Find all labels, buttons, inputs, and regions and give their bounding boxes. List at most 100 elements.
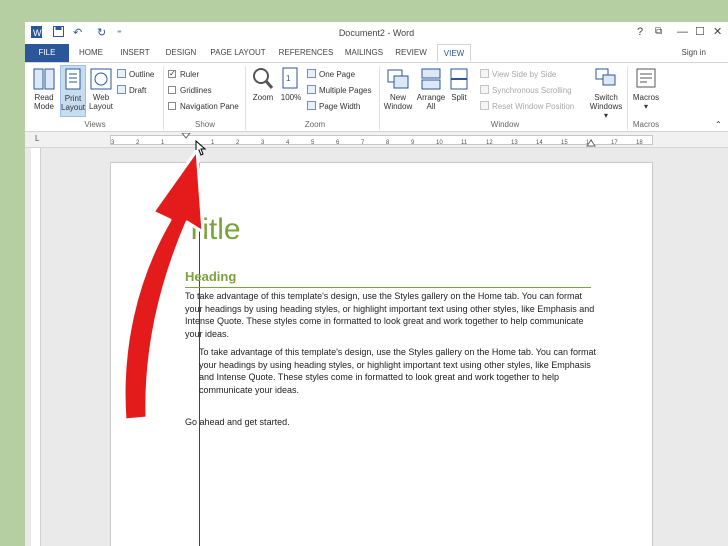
tab-references[interactable]: REFERENCES [277,44,335,62]
indent-marker-icon[interactable] [181,133,191,147]
word-window: W ↶ ↻ ⁼ Document2 - Word ? ⧉ — ☐ ✕ FILE … [25,22,728,546]
ruler-check-icon [168,68,176,80]
switch-windows-icon [595,68,616,86]
ruler-tick: 14 [536,140,543,146]
view-side-by-side-icon [480,69,489,78]
gridlines-check-icon [168,86,176,94]
ruler-tick: 3 [261,140,265,146]
reset-window-position-button[interactable]: Reset Window Position [480,101,574,113]
tab-review[interactable]: REVIEW [393,44,429,62]
ruler-tick: 18 [636,140,643,146]
read-mode-button[interactable]: Read Mode [31,67,57,111]
synchronous-scrolling-icon [480,85,489,94]
closing-paragraph[interactable]: Go ahead and get started. [185,416,485,429]
zoom-100-icon: 1 [282,67,298,89]
gridlines-checkbox[interactable]: Gridlines [168,85,212,97]
draft-button[interactable]: Draft [117,85,146,97]
horizontal-ruler[interactable]: L 3 2 1 1 2 3 4 5 6 7 8 9 10 11 12 13 14… [25,132,728,148]
page-width-button[interactable]: Page Width [307,101,360,113]
arrange-all-label-2: All [426,102,436,111]
tab-insert[interactable]: INSERT [115,44,155,62]
multiple-pages-label: Multiple Pages [319,86,372,95]
synchronous-scrolling-button[interactable]: Synchronous Scrolling [480,85,572,97]
view-side-by-side-button[interactable]: View Side by Side [480,69,556,81]
page-width-icon [307,101,316,110]
ruler-checkbox[interactable]: Ruler [168,68,199,81]
separator [379,66,380,130]
separator [627,66,628,130]
outline-button[interactable]: Outline [117,69,154,81]
zoom-100-label: 100% [280,93,302,102]
ribbon-view: Read Mode Print Layout Web Layout Outlin… [25,62,728,132]
macros-label: Macros [632,93,660,102]
ruler-tick: 4 [286,140,290,146]
ribbon-tabs: FILE HOME INSERT DESIGN PAGE LAYOUT REFE… [25,44,728,62]
help-button[interactable]: ? [637,26,643,38]
ruler-tick: 13 [511,140,518,146]
one-page-button[interactable]: One Page [307,69,355,81]
navigation-pane-label: Navigation Pane [180,102,239,111]
synchronous-scrolling-label: Synchronous Scrolling [492,86,572,95]
tab-page-layout[interactable]: PAGE LAYOUT [207,44,269,62]
macros-dropdown-icon[interactable]: ▾ [644,102,648,111]
split-icon [450,68,468,90]
reset-window-position-icon [480,101,489,110]
title-bar: W ↶ ↻ ⁼ Document2 - Word ? ⧉ — ☐ ✕ [25,22,728,44]
tab-home[interactable]: HOME [73,44,109,62]
print-layout-button[interactable]: Print Layout [60,65,86,117]
ruler-tick: 1 [161,140,165,146]
multiple-pages-icon [307,85,316,94]
tab-design[interactable]: DESIGN [161,44,201,62]
collapse-ribbon-icon[interactable]: ⌃ [715,119,722,131]
one-page-icon [307,69,316,78]
ruler-tick: 7 [361,140,365,146]
new-window-label-1: New [389,93,406,102]
web-layout-button[interactable]: Web Layout [88,67,114,111]
switch-windows-label-1: Switch [594,93,618,102]
split-button[interactable]: Split [447,67,471,102]
print-layout-icon [65,68,81,90]
ribbon-display-options-icon[interactable]: ⧉ [655,26,662,38]
views-group-label: Views [84,120,106,129]
body-paragraph[interactable]: To take advantage of this template's des… [185,290,600,340]
arrange-all-button[interactable]: Arrange All [415,67,447,111]
ruler-track[interactable]: 3 2 1 1 2 3 4 5 6 7 8 9 10 11 12 13 14 1… [110,133,653,147]
macros-button[interactable]: Macros ▾ [629,67,663,111]
web-layout-label-2: Layout [88,102,114,111]
sign-in-link[interactable]: Sign in [682,48,706,57]
minimize-button[interactable]: — [677,26,688,38]
tab-selector[interactable]: L [35,134,39,143]
show-group-label: Show [194,120,215,129]
new-window-button[interactable]: New Window [382,67,414,111]
split-label: Split [451,93,467,102]
ruler-tick: 2 [136,140,140,146]
new-window-label-2: Window [383,102,413,111]
navigation-pane-checkbox[interactable]: Navigation Pane [168,101,239,113]
window-title: Document2 - Word [338,28,415,38]
draft-label: Draft [129,86,147,95]
vertical-ruler[interactable] [31,148,41,546]
new-window-icon [387,69,409,89]
ruler-tick: 6 [336,140,340,146]
ruler-tick: 3 [111,140,115,146]
zoom-button[interactable]: Zoom [249,67,277,102]
zoom-100-button[interactable]: 1 100% [279,67,303,102]
tab-mailings[interactable]: MAILINGS [341,44,387,62]
ruler-tick: 1 [211,140,215,146]
multiple-pages-button[interactable]: Multiple Pages [307,85,371,97]
one-page-label: One Page [319,70,356,79]
close-button[interactable]: ✕ [713,26,722,38]
right-indent-marker-icon[interactable] [586,139,596,147]
page-width-label: Page Width [319,102,361,111]
tab-file[interactable]: FILE [25,44,69,62]
switch-windows-button[interactable]: Switch Windows ▾ [587,67,625,120]
indented-paragraph[interactable]: To take advantage of this template's des… [199,346,599,396]
ruler-tick: 9 [411,140,415,146]
ruler-tick: 2 [236,140,240,146]
ruler-tick: 17 [611,140,618,146]
ruler-tick: 11 [461,140,468,146]
maximize-button[interactable]: ☐ [695,26,705,38]
red-arrow-annotation-icon [122,150,205,422]
window-group-label: Window [490,120,520,129]
tab-view[interactable]: VIEW [437,44,471,62]
